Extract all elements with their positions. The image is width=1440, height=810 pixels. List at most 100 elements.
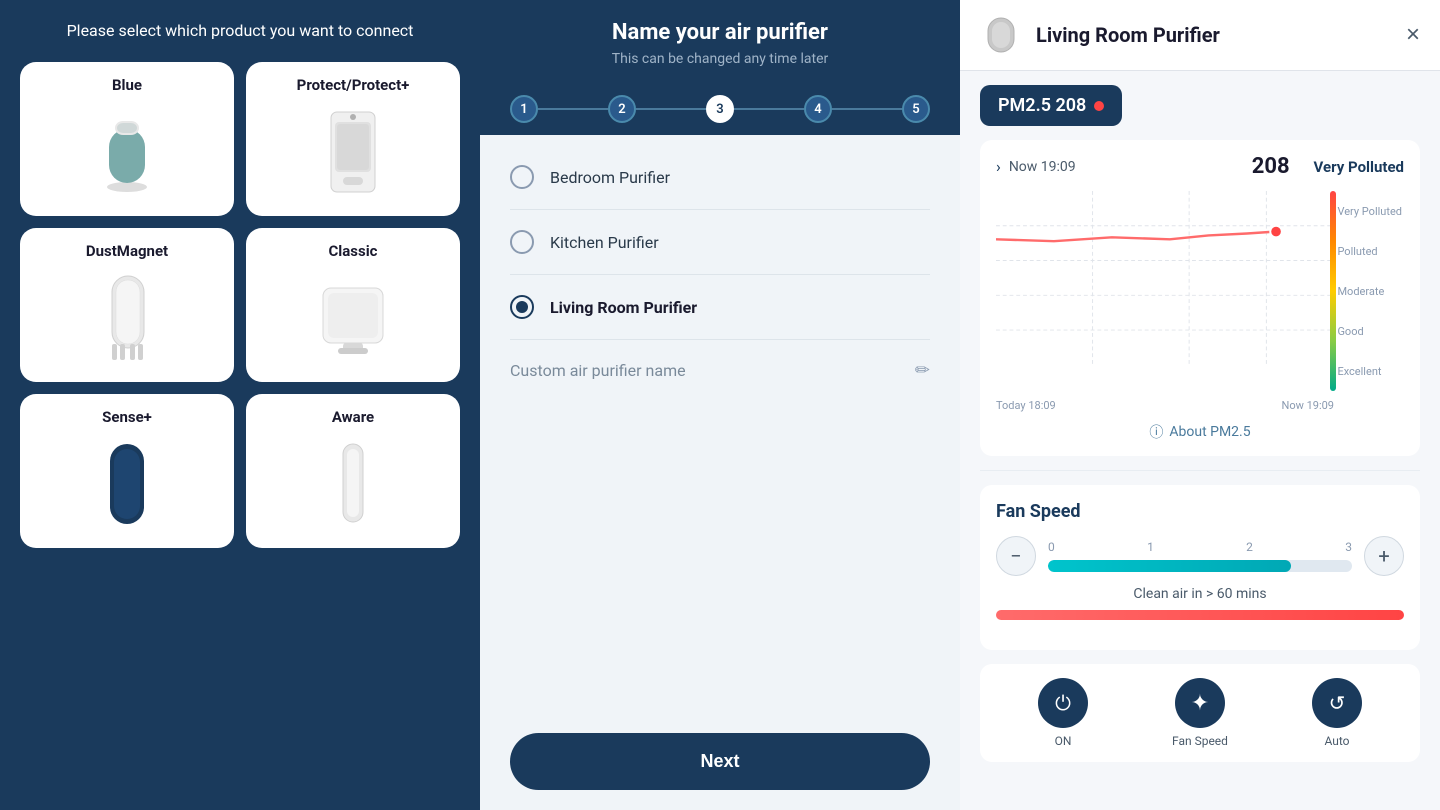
product-protect-title: Protect/Protect+ bbox=[297, 76, 410, 94]
aq-value: 208 bbox=[1252, 154, 1290, 179]
fan-decrease-button[interactable]: − bbox=[996, 536, 1036, 576]
pm-value: PM2.5 208 bbox=[998, 95, 1086, 116]
color-bar bbox=[1330, 191, 1336, 391]
step-line-4 bbox=[832, 108, 902, 110]
product-card-aware[interactable]: Aware bbox=[246, 394, 460, 548]
left-header-text: Please select which product you want to … bbox=[67, 21, 414, 40]
aq-status: Very Polluted bbox=[1314, 158, 1404, 176]
fan-title: Fan Speed bbox=[996, 501, 1404, 522]
step-line-1 bbox=[538, 108, 608, 110]
label-good: Good bbox=[1337, 325, 1402, 338]
product-blue-title: Blue bbox=[112, 76, 142, 94]
fan-scale-1: 1 bbox=[1147, 540, 1154, 554]
options-area: Bedroom Purifier Kitchen Purifier Living… bbox=[480, 135, 960, 717]
next-btn-area: Next bbox=[480, 717, 960, 810]
fan-bar-fill bbox=[1048, 560, 1291, 572]
pm-badge: PM2.5 208 bbox=[980, 85, 1122, 126]
middle-panel: Name your air purifier This can be chang… bbox=[480, 0, 960, 810]
product-dustmagnet-title: DustMagnet bbox=[86, 242, 168, 260]
protect-purifier-icon bbox=[323, 102, 383, 202]
fan-scale-3: 3 bbox=[1345, 540, 1352, 554]
option-kitchen[interactable]: Kitchen Purifier bbox=[510, 210, 930, 275]
product-card-dustmagnet[interactable]: DustMagnet bbox=[20, 228, 234, 382]
senseplus-purifier-icon bbox=[102, 439, 152, 529]
product-aware-image bbox=[313, 434, 393, 534]
fan-slider-area: 0 1 2 3 bbox=[1048, 540, 1352, 572]
product-blue-image bbox=[87, 102, 167, 202]
product-card-classic[interactable]: Classic bbox=[246, 228, 460, 382]
radio-living[interactable] bbox=[510, 295, 534, 319]
label-moderate: Moderate bbox=[1337, 285, 1402, 298]
aq-row: › Now 19:09 208 Very Polluted bbox=[996, 154, 1404, 179]
product-card-blue[interactable]: Blue bbox=[20, 62, 234, 216]
fanspeed-button[interactable]: ✦ Fan Speed bbox=[1172, 678, 1228, 748]
fan-scale-2: 2 bbox=[1246, 540, 1253, 554]
product-classic-title: Classic bbox=[328, 242, 377, 260]
radio-kitchen[interactable] bbox=[510, 230, 534, 254]
info-icon: ⓘ bbox=[1149, 422, 1163, 442]
step-2[interactable]: 2 bbox=[608, 95, 636, 123]
right-panel: Living Room Purifier × PM2.5 208 › Now 1… bbox=[960, 0, 1440, 810]
label-polluted: Polluted bbox=[1337, 245, 1402, 258]
product-card-protect[interactable]: Protect/Protect+ bbox=[246, 62, 460, 216]
product-senseplus-title: Sense+ bbox=[102, 408, 152, 426]
fan-bar-bg[interactable] bbox=[1048, 560, 1352, 572]
fan-increase-button[interactable]: + bbox=[1364, 536, 1404, 576]
chart-area: Very Polluted Polluted Moderate Good Exc… bbox=[996, 191, 1404, 391]
fan-scale: 0 1 2 3 bbox=[1048, 540, 1352, 554]
middle-header: Name your air purifier This can be chang… bbox=[480, 0, 960, 83]
option-living[interactable]: Living Room Purifier bbox=[510, 275, 930, 340]
device-thumbnail bbox=[980, 14, 1022, 56]
step-line-3 bbox=[734, 108, 804, 110]
option-custom[interactable]: Custom air purifier name ✏ bbox=[510, 340, 930, 401]
clean-air-bar bbox=[996, 610, 1404, 620]
step-1[interactable]: 1 bbox=[510, 95, 538, 123]
next-button[interactable]: Next bbox=[510, 733, 930, 790]
left-header: Please select which product you want to … bbox=[67, 20, 414, 42]
power-button[interactable]: ⏻ ON bbox=[1038, 678, 1088, 748]
power-icon: ⏻ bbox=[1038, 678, 1088, 728]
about-pm[interactable]: ⓘ About PM2.5 bbox=[996, 422, 1404, 442]
device-name: Living Room Purifier bbox=[1036, 23, 1392, 47]
middle-subtitle: This can be changed any time later bbox=[510, 51, 930, 67]
option-bedroom[interactable]: Bedroom Purifier bbox=[510, 145, 930, 210]
product-senseplus-image bbox=[87, 434, 167, 534]
auto-button[interactable]: ↺ Auto bbox=[1312, 678, 1362, 748]
fanspeed-label: Fan Speed bbox=[1172, 734, 1228, 748]
power-label: ON bbox=[1055, 734, 1072, 748]
fan-section: Fan Speed − 0 1 2 3 + Clean air in > 60 … bbox=[980, 485, 1420, 650]
close-button[interactable]: × bbox=[1406, 21, 1420, 49]
radio-kitchen-label: Kitchen Purifier bbox=[550, 233, 659, 252]
product-protect-image bbox=[313, 102, 393, 202]
auto-icon: ↺ bbox=[1312, 678, 1362, 728]
air-quality-section: › Now 19:09 208 Very Polluted bbox=[980, 140, 1420, 456]
step-5[interactable]: 5 bbox=[902, 95, 930, 123]
product-aware-title: Aware bbox=[332, 408, 374, 426]
product-dustmagnet-image bbox=[87, 268, 167, 368]
product-card-senseplus[interactable]: Sense+ bbox=[20, 394, 234, 548]
auto-label: Auto bbox=[1324, 734, 1349, 748]
radio-bedroom[interactable] bbox=[510, 165, 534, 189]
chart-labels: Very Polluted Polluted Moderate Good Exc… bbox=[1337, 191, 1404, 391]
radio-living-inner bbox=[516, 301, 528, 313]
label-very-polluted: Very Polluted bbox=[1337, 205, 1402, 218]
aq-time: Now 19:09 bbox=[1009, 159, 1244, 175]
x-label-start: Today 18:09 bbox=[996, 399, 1056, 412]
bottom-controls: ⏻ ON ✦ Fan Speed ↺ Auto bbox=[980, 664, 1420, 762]
step-4[interactable]: 4 bbox=[804, 95, 832, 123]
product-classic-image bbox=[313, 268, 393, 368]
edit-icon[interactable]: ✏ bbox=[915, 360, 930, 381]
blue-purifier-icon bbox=[97, 111, 157, 193]
chart-svg bbox=[996, 191, 1334, 365]
x-label-end: Now 19:09 bbox=[1281, 399, 1334, 412]
aq-chevron-icon: › bbox=[996, 157, 1001, 176]
fan-scale-0: 0 bbox=[1048, 540, 1055, 554]
radio-living-label: Living Room Purifier bbox=[550, 298, 697, 317]
steps-bar: 1 2 3 4 5 bbox=[480, 83, 960, 135]
dustmagnet-purifier-icon bbox=[100, 268, 155, 368]
step-3[interactable]: 3 bbox=[706, 95, 734, 123]
left-panel: Please select which product you want to … bbox=[0, 0, 480, 810]
classic-purifier-icon bbox=[318, 278, 388, 358]
product-grid: Blue Protect/Protect+ bbox=[20, 62, 460, 548]
label-excellent: Excellent bbox=[1337, 365, 1402, 378]
